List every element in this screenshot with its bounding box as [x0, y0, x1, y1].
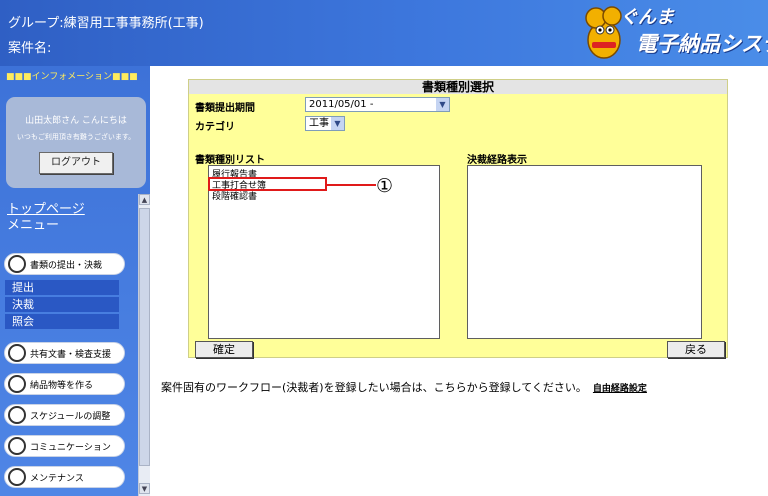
calendar-icon [8, 406, 26, 424]
sidebar: ■■■インフォメーション■■■ 山田太郎さん こんにちは いつもご利用頂き有難う… [0, 66, 150, 496]
doc-type-listbox[interactable]: 履行報告書 工事打合せ簿 段階確認書 [208, 165, 440, 339]
scroll-up-icon[interactable]: ▲ [139, 194, 150, 205]
group-label: グループ:練習用工事事務所(工事) [8, 16, 204, 31]
folder-icon [8, 375, 26, 393]
logo-title-line1: ぐんま [620, 7, 674, 28]
back-button[interactable]: 戻る [667, 341, 725, 358]
approval-route-listbox[interactable] [467, 165, 702, 339]
menu-title: メニュー [7, 218, 60, 233]
document-type-panel: 書類種別選択 書類提出期間 2011/05/01 - ▼ カテゴリ 工事 ▼ 書… [188, 79, 728, 358]
document-icon [8, 344, 26, 362]
document-icon [8, 255, 26, 273]
sidebar-scrollbar[interactable]: ▲ ▼ [138, 194, 150, 496]
period-label: 書類提出期間 [195, 103, 255, 114]
scroll-down-icon[interactable]: ▼ [139, 483, 150, 494]
app-header: グループ:練習用工事事務所(工事) 案件名: ぐんま 電子納品システム [0, 0, 768, 66]
category-label: カテゴリ [195, 122, 235, 133]
case-name-label: 案件名: [8, 41, 52, 56]
workflow-note: 案件固有のワークフロー(決裁者)を登録したい場合は、こちらから登録してください。… [161, 379, 647, 395]
submenu-approve[interactable]: 決裁 [5, 297, 119, 312]
submenu-inquiry[interactable]: 照会 [5, 314, 119, 329]
information-bar: ■■■インフォメーション■■■ [6, 72, 138, 82]
user-greeting: 山田太郎さん こんにちは [25, 116, 127, 126]
panel-title: 書類種別選択 [189, 80, 727, 94]
doc-list-label: 書類種別リスト [195, 155, 265, 166]
wrench-icon [8, 468, 26, 486]
menu-communication[interactable]: コミュニケーション [4, 435, 125, 457]
menu-communication-label: コミュニケーション [30, 443, 111, 453]
menu-create-deliverables-label: 納品物等を作る [30, 381, 94, 391]
login-box: 山田太郎さん こんにちは いつもご利用頂き有難うございます。 ログアウト [6, 97, 146, 188]
approval-route-label: 決裁経路表示 [467, 155, 527, 166]
menu-schedule-label: スケジュールの調整 [30, 412, 111, 422]
menu-create-deliverables[interactable]: 納品物等を作る [4, 373, 125, 395]
period-select-value: 2011/05/01 - [309, 99, 374, 110]
highlight-box [208, 177, 327, 191]
callout-number: ① [376, 175, 394, 197]
gunma-logo: ぐんま 電子納品システム [578, 2, 768, 62]
menu-maintenance[interactable]: メンテナンス [4, 466, 125, 488]
menu-shared-docs[interactable]: 共有文書・検査支援 [4, 342, 125, 364]
logo-title-line2: 電子納品システム [636, 32, 768, 56]
chevron-down-icon: ▼ [436, 98, 449, 111]
category-select[interactable]: 工事 ▼ [305, 116, 345, 131]
scroll-thumb[interactable] [139, 208, 150, 466]
free-route-link[interactable]: 自由経路設定 [593, 384, 647, 394]
submenu-submit[interactable]: 提出 [5, 280, 119, 295]
thanks-message: いつもご利用頂き有難うございます。 [16, 133, 136, 141]
category-select-value: 工事 [309, 118, 329, 129]
menu-shared-docs-label: 共有文書・検査支援 [30, 350, 112, 360]
callout-line [327, 184, 376, 186]
mail-icon [8, 437, 26, 455]
logout-button[interactable]: ログアウト [39, 152, 113, 174]
menu-submit-approve-label: 書類の提出・決裁 [30, 261, 103, 271]
confirm-button[interactable]: 確定 [195, 341, 253, 358]
menu-schedule[interactable]: スケジュールの調整 [4, 404, 125, 426]
workflow-note-text: 案件固有のワークフロー(決裁者)を登録したい場合は、こちらから登録してください。 [161, 381, 587, 394]
menu-maintenance-label: メンテナンス [30, 474, 84, 484]
period-select[interactable]: 2011/05/01 - ▼ [305, 97, 450, 112]
menu-submit-approve[interactable]: 書類の提出・決裁 [4, 253, 125, 275]
chevron-down-icon: ▼ [331, 117, 344, 130]
